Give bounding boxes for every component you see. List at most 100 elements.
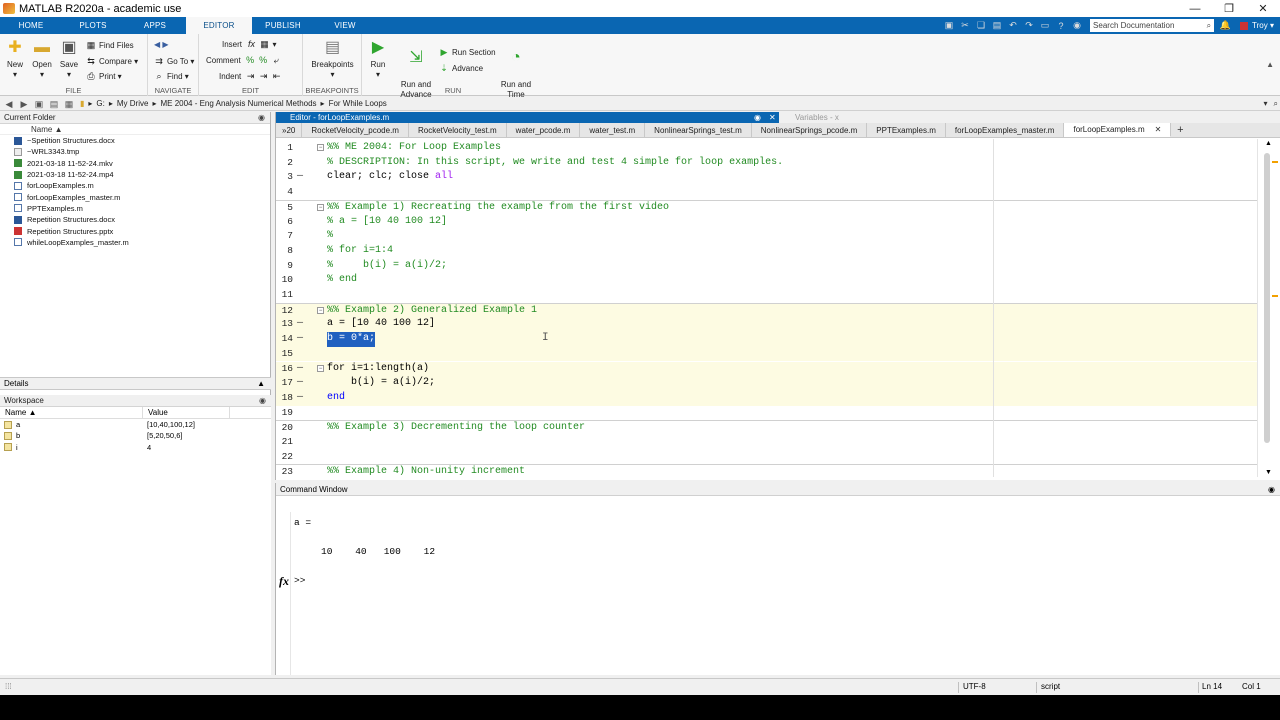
list-item[interactable]: ~Spetition Structures.docx: [0, 135, 270, 146]
list-item[interactable]: forLoopExamples.m: [0, 180, 270, 191]
code-analyzer-marker[interactable]: [1272, 161, 1278, 163]
panel-actions-icon[interactable]: ◉: [1268, 483, 1275, 496]
tab-home[interactable]: HOME: [0, 17, 62, 34]
breakpoints-group-label: BREAKPOINTS: [305, 86, 359, 95]
list-item[interactable]: whileLoopExamples_master.m: [0, 237, 270, 248]
breadcrumb-current-folder[interactable]: For While Loops: [329, 99, 387, 108]
table-row[interactable]: i4: [0, 442, 271, 453]
copy-icon[interactable]: ❏: [974, 20, 988, 31]
name-column-header[interactable]: Name ▲: [0, 124, 270, 135]
up-folder-icon[interactable]: ▣: [33, 99, 45, 109]
code-analyzer-marker[interactable]: [1272, 295, 1278, 297]
indent-button[interactable]: Indent ⇥ ⇥ ⇤: [219, 70, 285, 82]
community-icon[interactable]: ◉: [1070, 20, 1084, 31]
list-item[interactable]: forLoopExamples_master.m: [0, 191, 270, 202]
maximize-button[interactable]: ❐: [1212, 0, 1246, 17]
panel-actions-icon[interactable]: ◉: [259, 395, 266, 407]
paste-icon[interactable]: ▤: [990, 20, 1004, 31]
tab-forloopexamples-master[interactable]: forLoopExamples_master.m: [946, 123, 1065, 137]
breakpoints-button[interactable]: ▤ Breakpoints ▾: [309, 38, 356, 80]
save-icon[interactable]: ▣: [942, 20, 956, 31]
details-collapse-icon[interactable]: ▲: [257, 378, 265, 390]
tab-rocketvelocity-pcode[interactable]: RocketVelocity_pcode.m: [302, 123, 409, 137]
list-item[interactable]: PPTExamples.m: [0, 203, 270, 214]
back-forward-arrows-icon[interactable]: ◀ ▶: [154, 38, 169, 50]
function-browser-icon[interactable]: fx: [279, 574, 289, 589]
print-button[interactable]: ⎙ Print ▾: [86, 70, 121, 82]
redo-icon[interactable]: ↷: [1022, 20, 1036, 31]
details-panel-header[interactable]: Details ▲: [0, 377, 271, 390]
variables-panel-header[interactable]: Variables - x: [779, 112, 1280, 123]
tab-editor[interactable]: EDITOR: [186, 17, 252, 34]
tab-plots[interactable]: PLOTS: [62, 17, 124, 34]
run-button[interactable]: ▶ Run ▾: [366, 38, 390, 80]
switch-windows-icon[interactable]: ▭: [1038, 20, 1052, 31]
tab-rocketvelocity-test[interactable]: RocketVelocity_test.m: [409, 123, 507, 137]
tab-water-pcode[interactable]: water_pcode.m: [507, 123, 581, 137]
panel-actions-icon[interactable]: ◉: [258, 112, 265, 124]
fold-icon[interactable]: −: [317, 306, 324, 314]
editor-scrollbar[interactable]: ▲ ▼: [1257, 139, 1280, 477]
cut-icon[interactable]: ✂: [958, 20, 972, 31]
tab-view[interactable]: VIEW: [314, 17, 376, 34]
tab-pptexamples[interactable]: PPTExamples.m: [867, 123, 946, 137]
code-editor[interactable]: 1−%% ME 2004: For Loop Examples 2% DESCR…: [276, 139, 1258, 477]
minimize-button[interactable]: —: [1178, 0, 1212, 17]
undo-icon[interactable]: ↶: [1006, 20, 1020, 31]
editor-close-icon[interactable]: ✕: [769, 112, 776, 123]
table-row[interactable]: a [10,40,100,12]: [0, 419, 271, 430]
open-button[interactable]: ▬ Open ▾: [30, 38, 54, 80]
collapse-toolstrip-icon[interactable]: ▲: [1266, 58, 1274, 70]
breadcrumb-my-drive[interactable]: My Drive: [117, 99, 149, 108]
scroll-down-icon[interactable]: ▼: [1265, 469, 1272, 476]
compare-button[interactable]: ⇆ Compare ▾: [86, 55, 138, 67]
table-row[interactable]: b [5,20,50,6]: [0, 430, 271, 441]
fold-icon[interactable]: −: [317, 144, 324, 151]
scroll-up-icon[interactable]: ▲: [1265, 140, 1272, 147]
find-button[interactable]: ⌕ Find ▾: [154, 70, 188, 82]
list-item[interactable]: Repetition Structures.docx: [0, 214, 270, 225]
close-tab-icon[interactable]: ✕: [1155, 125, 1162, 134]
list-item[interactable]: 2021-03-18 11-52-24.mkv: [0, 158, 270, 169]
address-dropdown-icon[interactable]: ▾: [1264, 97, 1268, 111]
list-item[interactable]: Repetition Structures.pptx: [0, 225, 270, 236]
tab-water-test[interactable]: water_test.m: [580, 123, 646, 137]
new-tab-button[interactable]: +: [1171, 123, 1189, 137]
insert-button[interactable]: Insert fx ▦ ▾: [222, 38, 276, 50]
new-button[interactable]: ✚ New ▾: [4, 38, 26, 80]
close-button[interactable]: ✕: [1246, 0, 1280, 17]
fold-icon[interactable]: −: [317, 364, 324, 372]
scrollbar-thumb[interactable]: [1264, 153, 1270, 443]
run-section-button[interactable]: ▶ Run Section: [439, 46, 496, 58]
list-item[interactable]: ~WRL3343.tmp: [0, 146, 270, 157]
save-button[interactable]: ▣ Save ▾: [58, 38, 80, 80]
tab-publish[interactable]: PUBLISH: [252, 17, 314, 34]
comment-button[interactable]: Comment %% ⤶: [206, 54, 284, 66]
go-to-button[interactable]: ⇉ Go To ▾: [154, 55, 194, 67]
folder-search-icon[interactable]: ⌕: [1274, 97, 1278, 111]
tab-overflow-menu[interactable]: »20: [276, 123, 303, 137]
breadcrumb-course-folder[interactable]: ME 2004 - Eng Analysis Numerical Methods: [160, 99, 316, 108]
advance-button[interactable]: ⇣ Advance: [439, 62, 483, 74]
workspace-value-column[interactable]: Value: [143, 407, 230, 418]
fold-icon[interactable]: −: [317, 203, 324, 211]
help-icon[interactable]: ?: [1054, 20, 1068, 31]
tab-nonlinearsprings-pcode[interactable]: NonlinearSprings_pcode.m: [752, 123, 868, 137]
user-menu[interactable]: Troy ▾: [1240, 21, 1274, 30]
workspace-name-column[interactable]: Name ▲: [0, 407, 143, 418]
back-arrow-icon[interactable]: ◀: [3, 99, 15, 109]
notification-bell-icon[interactable]: 🔔: [1218, 20, 1232, 31]
line-number-status: Ln 14: [1202, 682, 1223, 691]
tab-apps[interactable]: APPS: [124, 17, 186, 34]
editor-actions-icon[interactable]: ◉: [754, 112, 761, 123]
tab-forloopexamples[interactable]: forLoopExamples.m ✕: [1064, 123, 1172, 137]
browse-folder-icon[interactable]: ▦: [63, 99, 75, 109]
tab-nonlinearsprings-test[interactable]: NonlinearSprings_test.m: [645, 123, 752, 137]
forward-arrow-icon[interactable]: ▶: [18, 99, 30, 109]
find-files-button[interactable]: ▦ Find Files: [86, 39, 134, 51]
command-prompt[interactable]: >>: [294, 575, 305, 586]
list-item[interactable]: 2021-03-18 11-52-24.mp4: [0, 169, 270, 180]
breadcrumb-drive[interactable]: G:: [96, 99, 104, 108]
up-one-level-icon[interactable]: ▤: [48, 99, 60, 109]
search-documentation-input[interactable]: Search Documentation ⌕: [1090, 19, 1215, 32]
